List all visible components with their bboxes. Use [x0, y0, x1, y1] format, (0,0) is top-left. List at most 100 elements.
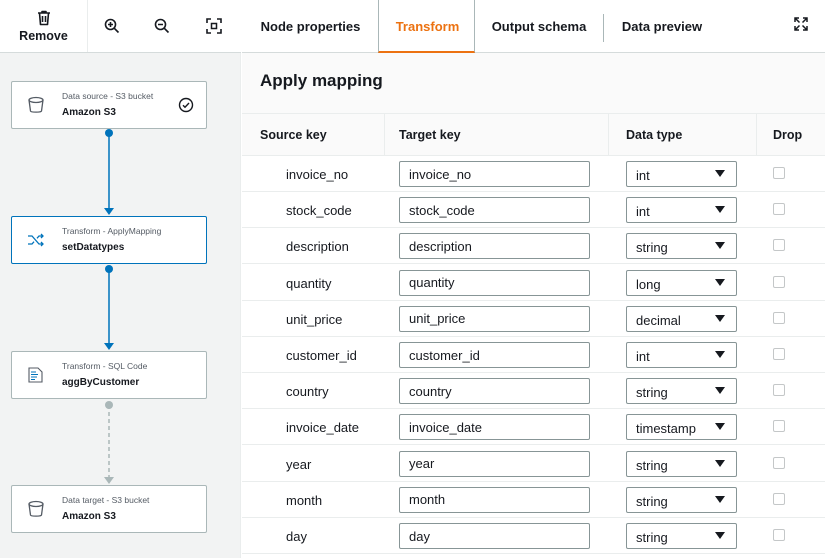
- table-row: year string: [242, 446, 825, 482]
- source-key: unit_price: [286, 311, 343, 327]
- target-key-input[interactable]: [399, 414, 590, 441]
- data-type-select[interactable]: timestamp: [626, 414, 737, 441]
- table-row: description string: [242, 228, 825, 265]
- node-name-label: Amazon S3: [62, 511, 116, 522]
- table-row: stock_code int: [242, 192, 825, 229]
- column-header-type: Data type: [626, 128, 683, 142]
- source-key: month: [286, 492, 323, 508]
- drop-checkbox[interactable]: [773, 275, 785, 288]
- node-name-label: Amazon S3: [62, 107, 116, 118]
- data-type-value: string: [636, 385, 668, 401]
- data-type-select[interactable]: int: [626, 161, 737, 187]
- data-type-value: string: [636, 493, 668, 509]
- caret-down-icon: [715, 242, 725, 250]
- table-row: invoice_date timestamp: [242, 409, 825, 446]
- table-row: quantity long: [242, 265, 825, 301]
- data-type-select[interactable]: int: [626, 342, 737, 368]
- tab-data-preview[interactable]: Data preview: [612, 0, 712, 52]
- edge-arrowhead: [104, 343, 114, 350]
- source-key: country: [286, 384, 329, 400]
- target-key-input[interactable]: [399, 378, 590, 405]
- data-type-value: string: [636, 457, 668, 473]
- target-key-input[interactable]: [399, 342, 590, 368]
- data-type-value: string: [636, 530, 668, 545]
- column-divider: [756, 114, 757, 156]
- column-divider: [608, 114, 609, 156]
- node-type-label: Data source - S3 bucket: [62, 91, 154, 101]
- target-key-input[interactable]: [399, 523, 590, 549]
- node-name-label: setDatatypes: [62, 242, 125, 253]
- tab-transform[interactable]: Transform: [379, 0, 476, 52]
- edge-arrowhead: [104, 477, 114, 484]
- table-row: day string: [242, 518, 825, 554]
- data-type-select[interactable]: string: [626, 486, 737, 513]
- table-row: customer_id int: [242, 337, 825, 373]
- node-type-label: Data target - S3 bucket: [62, 495, 150, 505]
- caret-down-icon: [715, 459, 725, 467]
- node-name-label: aggByCustomer: [62, 377, 140, 388]
- caret-down-icon: [715, 314, 725, 322]
- node-details-panel: Node properties Transform Output schema …: [242, 0, 825, 558]
- shuffle-icon: [28, 233, 44, 247]
- data-type-select[interactable]: decimal: [626, 305, 737, 332]
- caret-down-icon: [715, 278, 725, 286]
- target-key-input[interactable]: [399, 486, 590, 513]
- table-row: unit_price decimal: [242, 301, 825, 337]
- data-type-select[interactable]: string: [626, 450, 737, 477]
- data-type-select[interactable]: string: [626, 378, 737, 405]
- data-type-value: long: [636, 276, 661, 292]
- sql-code-icon: [28, 367, 43, 383]
- drop-checkbox[interactable]: [773, 529, 785, 541]
- panel-tabs: Node properties Transform Output schema …: [242, 0, 825, 53]
- source-key: customer_id: [286, 348, 357, 363]
- target-key-input[interactable]: [399, 161, 590, 187]
- edge-start-dot: [105, 129, 113, 137]
- node-apply-mapping[interactable]: Transform - ApplyMapping setDatatypes: [11, 216, 207, 264]
- source-key: quantity: [286, 275, 332, 291]
- drop-checkbox[interactable]: [773, 384, 785, 397]
- node-sql-code[interactable]: Transform - SQL Code aggByCustomer: [11, 351, 207, 399]
- drop-checkbox[interactable]: [773, 239, 785, 252]
- target-key-input[interactable]: [399, 233, 590, 260]
- edge-arrowhead: [104, 208, 114, 215]
- caret-down-icon: [715, 170, 725, 177]
- target-key-input[interactable]: [399, 305, 590, 332]
- check-circle-icon: [178, 97, 194, 113]
- data-type-select[interactable]: long: [626, 269, 737, 296]
- data-type-select[interactable]: string: [626, 523, 737, 549]
- tab-node-properties[interactable]: Node properties: [248, 0, 373, 52]
- source-key: year: [286, 456, 312, 472]
- target-key-input[interactable]: [399, 450, 590, 477]
- tab-output-schema[interactable]: Output schema: [482, 0, 596, 52]
- graph-canvas[interactable]: Remove Data source - S3 bucket Amazon S3…: [0, 0, 241, 558]
- drop-checkbox[interactable]: [773, 311, 785, 324]
- column-header-target: Target key: [399, 128, 461, 142]
- source-key: day: [286, 529, 307, 544]
- expand-icon[interactable]: [794, 17, 808, 31]
- drop-checkbox[interactable]: [773, 167, 785, 179]
- data-type-value: timestamp: [636, 421, 696, 437]
- column-divider: [384, 114, 385, 156]
- bucket-icon: [28, 500, 44, 517]
- target-key-input[interactable]: [399, 269, 590, 296]
- edge-start-dot: [105, 401, 113, 409]
- drop-checkbox[interactable]: [773, 348, 785, 360]
- caret-down-icon: [715, 387, 725, 395]
- table-row: country string: [242, 373, 825, 410]
- edge-start-dot: [105, 265, 113, 273]
- drop-checkbox[interactable]: [773, 456, 785, 469]
- section-title: Apply mapping: [260, 71, 383, 90]
- data-type-select[interactable]: int: [626, 197, 737, 224]
- source-key: description: [286, 239, 349, 255]
- table-row: invoice_no int: [242, 156, 825, 192]
- node-data-target[interactable]: Data target - S3 bucket Amazon S3: [11, 485, 207, 533]
- node-data-source[interactable]: Data source - S3 bucket Amazon S3: [11, 81, 207, 129]
- source-key: invoice_no: [286, 167, 349, 182]
- drop-checkbox[interactable]: [773, 492, 785, 505]
- drop-checkbox[interactable]: [773, 420, 785, 433]
- source-key: stock_code: [286, 203, 352, 219]
- data-type-select[interactable]: string: [626, 233, 737, 260]
- node-type-label: Transform - ApplyMapping: [62, 226, 162, 236]
- drop-checkbox[interactable]: [773, 203, 785, 216]
- target-key-input[interactable]: [399, 197, 590, 224]
